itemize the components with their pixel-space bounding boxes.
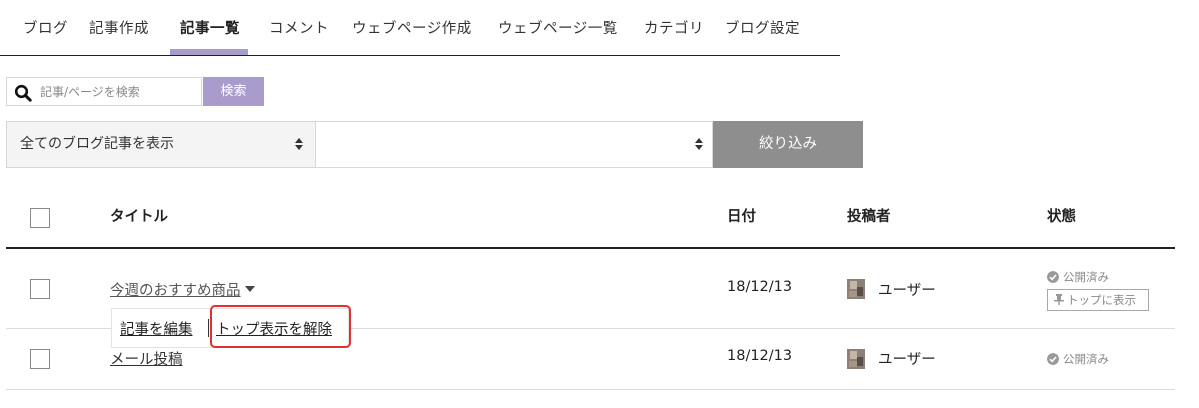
post-type-select-value: 全てのブログ記事を表示 [20, 136, 174, 152]
menu-separator [208, 319, 209, 337]
tab-blog-settings[interactable]: ブログ設定 [725, 0, 800, 55]
pinned-top-badge: トップに表示 [1047, 289, 1149, 311]
search-button[interactable]: 検索 [203, 77, 264, 106]
filter-button[interactable]: 絞り込み [713, 121, 863, 168]
tab-categories[interactable]: カテゴリ [644, 0, 704, 55]
tab-create-webpage[interactable]: ウェブページ作成 [352, 0, 472, 55]
pinned-top-label: トップに表示 [1067, 293, 1136, 307]
search-icon [14, 84, 32, 102]
top-tab-bar: ブログ 記事作成 記事一覧 コメント ウェブページ作成 ウェブページ一覧 カテゴ… [0, 0, 840, 56]
tab-webpage-list[interactable]: ウェブページ一覧 [498, 0, 618, 55]
table-header-divider [6, 247, 1175, 249]
check-circle-icon [1047, 271, 1059, 283]
post-title-link[interactable]: 今週のおすすめ商品 [110, 283, 241, 299]
table-row-title: メール投稿 [110, 348, 183, 369]
column-header-author: 投稿者 [847, 209, 891, 225]
column-header-title: タイトル [110, 209, 168, 225]
search-input[interactable] [40, 81, 198, 102]
row-date: 18/12/13 [727, 348, 793, 364]
row-author: ユーザー [878, 352, 936, 368]
row-date: 18/12/13 [727, 279, 793, 295]
post-title-link[interactable]: メール投稿 [110, 352, 183, 368]
column-header-status: 状態 [1047, 209, 1076, 225]
select-arrows-icon [695, 138, 703, 150]
select-arrows-icon [295, 138, 303, 150]
tab-create-post[interactable]: 記事作成 [89, 0, 149, 55]
edit-post-link[interactable]: 記事を編集 [120, 318, 193, 339]
check-circle-icon [1047, 353, 1059, 365]
row-checkbox[interactable] [30, 349, 50, 369]
row-divider [6, 389, 1175, 390]
status-badge: 公開済み [1047, 351, 1109, 367]
avatar [847, 279, 865, 299]
row-checkbox[interactable] [30, 279, 50, 299]
highlight-box [210, 305, 351, 348]
status-text: 公開済み [1063, 352, 1109, 366]
column-header-date: 日付 [727, 209, 756, 225]
tab-blog[interactable]: ブログ [23, 0, 68, 55]
avatar [847, 349, 865, 369]
table-row-title: 今週のおすすめ商品 [110, 279, 255, 300]
tab-post-list[interactable]: 記事一覧 [170, 0, 248, 55]
dropdown-caret-icon[interactable] [244, 286, 255, 292]
row-author: ユーザー [878, 283, 936, 299]
tab-comments[interactable]: コメント [269, 0, 329, 55]
status-badge: 公開済み [1047, 269, 1109, 285]
search-box [6, 77, 202, 106]
select-all-checkbox[interactable] [30, 208, 50, 228]
status-text: 公開済み [1063, 270, 1109, 284]
category-select[interactable] [316, 121, 713, 168]
pin-icon [1054, 294, 1064, 305]
post-type-select[interactable]: 全てのブログ記事を表示 [6, 121, 316, 168]
